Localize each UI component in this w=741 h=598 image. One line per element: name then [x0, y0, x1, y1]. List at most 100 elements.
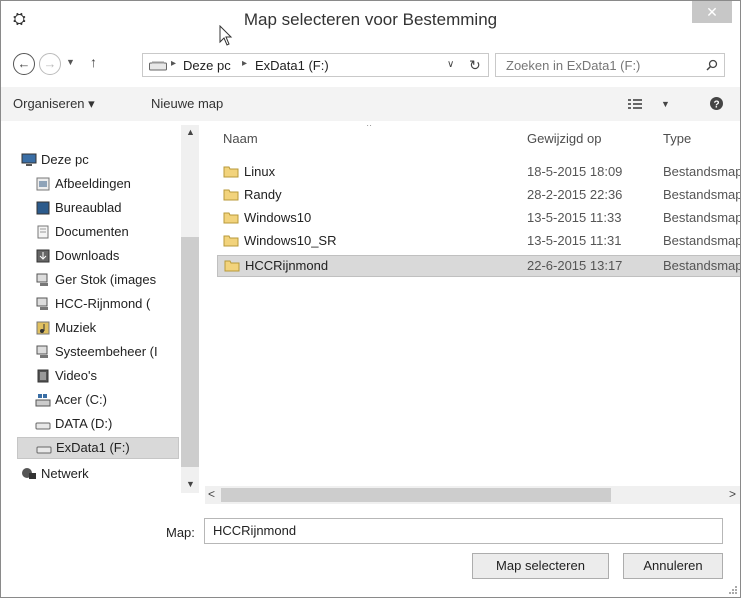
drive-icon — [149, 61, 167, 71]
row-date: 13-5-2015 11:33 — [527, 210, 622, 225]
up-button[interactable]: ↑ — [90, 54, 97, 70]
row-type: Bestandsmap — [663, 233, 740, 248]
recent-locations-icon[interactable]: ▼ — [66, 57, 75, 67]
network-share-icon — [36, 273, 48, 286]
navigation-pane: Deze pc Afbeeldingen Bureaublad Document… — [17, 125, 199, 481]
sidebar-item-afbeeldingen[interactable]: Afbeeldingen — [35, 173, 131, 195]
sidebar-item-videos[interactable]: Video's — [35, 365, 97, 387]
drive-icon — [36, 446, 52, 454]
file-list-scrollbar[interactable]: < > — [205, 486, 740, 504]
sidebar-item-label: Documenten — [55, 224, 129, 239]
refresh-icon[interactable]: ↻ — [469, 57, 481, 74]
sidebar-item-label: Acer (C:) — [55, 392, 107, 407]
table-row[interactable]: Windows10_SR 13-5-2015 11:31 Bestandsmap — [217, 230, 740, 252]
sidebar-item-label: Muziek — [55, 320, 97, 335]
column-header-type[interactable]: Type — [663, 131, 691, 146]
row-date: 18-5-2015 18:09 — [527, 164, 623, 179]
mouse-cursor-icon — [219, 25, 233, 46]
folder-name-input[interactable]: HCCRijnmond — [204, 518, 723, 544]
sidebar-item-label: Netwerk — [41, 466, 89, 481]
sidebar-item-label: DATA (D:) — [55, 416, 113, 431]
sidebar-item-label: ExData1 (F:) — [56, 440, 130, 455]
cancel-button[interactable]: Annuleren — [623, 553, 723, 579]
view-options-icon[interactable] — [628, 99, 642, 110]
close-button[interactable]: ✕ — [692, 1, 732, 23]
sidebar-item-data-d[interactable]: DATA (D:) — [35, 413, 112, 435]
sidebar-item-documenten[interactable]: Documenten — [35, 221, 129, 243]
sidebar-item-label: Ger Stok (images — [55, 272, 157, 287]
music-icon — [36, 321, 50, 335]
forward-button[interactable]: → — [39, 53, 61, 75]
sidebar-item-ger-stok[interactable]: Ger Stok (images — [35, 269, 156, 291]
network-icon — [22, 467, 36, 479]
row-type: Bestandsmap — [663, 258, 740, 273]
search-icon[interactable] — [706, 59, 718, 71]
breadcrumb-deze-pc[interactable]: Deze pc — [183, 58, 231, 73]
sidebar-item-bureaublad[interactable]: Bureaublad — [35, 197, 122, 219]
sidebar-item-muziek[interactable]: Muziek — [35, 317, 96, 339]
command-toolbar: Organiseren ▾ Nieuwe map ▼ ? — [1, 87, 740, 121]
folder-icon — [223, 166, 239, 178]
address-dropdown-icon[interactable]: ∨ — [447, 59, 454, 70]
sidebar-item-netwerk[interactable]: Netwerk — [21, 463, 89, 485]
help-icon[interactable]: ? — [709, 96, 724, 111]
row-date: 13-5-2015 11:31 — [527, 233, 622, 248]
documents-icon — [37, 225, 49, 239]
back-button[interactable]: ← — [13, 53, 35, 75]
table-row-selected[interactable]: HCCRijnmond 22-6-2015 13:17 Bestandsmap — [217, 255, 740, 277]
sidebar-item-label: HCC-Rijnmond ( — [55, 296, 151, 311]
scroll-left-icon[interactable]: < — [208, 487, 215, 501]
sidebar-item-label: Deze pc — [41, 152, 89, 167]
sidebar-item-acer-c[interactable]: Acer (C:) — [35, 389, 107, 411]
window-title: Map selecteren voor Bestemming — [243, 10, 498, 29]
table-row[interactable]: Linux 18-5-2015 18:09 Bestandsmap — [217, 161, 740, 183]
row-type: Bestandsmap — [663, 210, 740, 225]
sidebar-item-exdata1-f[interactable]: ExData1 (F:) — [17, 437, 179, 459]
row-name: HCCRijnmond — [245, 258, 329, 273]
sidebar-item-hcc-rijnmond[interactable]: HCC-Rijnmond ( — [35, 293, 150, 315]
scroll-up-icon[interactable]: ▲ — [186, 127, 195, 137]
network-share-icon — [36, 345, 48, 358]
row-name: Linux — [244, 164, 276, 179]
row-name: Windows10 — [244, 210, 312, 225]
column-header-name[interactable]: Naam — [223, 131, 258, 146]
row-date: 28-2-2015 22:36 — [527, 187, 623, 202]
address-bar[interactable]: ▸ Deze pc ▸ ExData1 (F:) ∨ ↻ — [142, 53, 489, 77]
resize-grip-icon[interactable] — [728, 585, 738, 595]
view-dropdown-icon[interactable]: ▼ — [661, 99, 670, 109]
pictures-icon — [36, 177, 50, 191]
scrollbar-thumb[interactable] — [221, 488, 611, 502]
folder-icon — [224, 260, 240, 272]
scrollbar-thumb[interactable] — [181, 237, 199, 467]
breadcrumb-exdata1[interactable]: ExData1 (F:) — [255, 58, 329, 73]
navigation-pane-scrollbar[interactable]: ▲ ▼ — [181, 125, 199, 493]
folder-icon — [223, 189, 239, 201]
desktop-icon — [36, 201, 50, 215]
folder-picker-dialog: ⛭ Map selecteren voor Bestemming ✕ ← → ▼… — [0, 0, 741, 598]
new-folder-button[interactable]: Nieuwe map — [151, 96, 223, 111]
svg-text:?: ? — [713, 100, 719, 111]
folder-icon — [223, 212, 239, 224]
table-row[interactable]: Windows10 13-5-2015 11:33 Bestandsmap — [217, 207, 740, 229]
sidebar-item-systeembeheer[interactable]: Systeembeheer (I — [35, 341, 158, 363]
search-placeholder: Zoeken in ExData1 (F:) — [506, 58, 641, 73]
scroll-down-icon[interactable]: ▼ — [186, 479, 195, 489]
table-row[interactable]: Randy 28-2-2015 22:36 Bestandsmap — [217, 184, 740, 206]
row-type: Bestandsmap — [663, 187, 740, 202]
select-folder-button[interactable]: Map selecteren — [472, 553, 609, 579]
downloads-icon — [36, 249, 50, 263]
sidebar-item-deze-pc[interactable]: Deze pc — [21, 149, 89, 171]
column-header-modified[interactable]: Gewijzigd op — [527, 131, 601, 146]
scroll-right-icon[interactable]: > — [729, 487, 736, 501]
breadcrumb-separator-icon: ▸ — [242, 58, 248, 69]
sidebar-item-downloads[interactable]: Downloads — [35, 245, 119, 267]
folder-icon — [223, 235, 239, 247]
network-share-icon — [36, 297, 48, 310]
breadcrumb-separator-icon: ▸ — [171, 58, 177, 69]
row-name: Windows10_SR — [244, 233, 337, 248]
title-bar: ⛭ Map selecteren voor Bestemming ✕ — [1, 1, 740, 46]
search-box[interactable]: Zoeken in ExData1 (F:) — [495, 53, 725, 77]
sidebar-item-label: Bureaublad — [55, 200, 122, 215]
organize-button[interactable]: Organiseren ▾ — [13, 96, 95, 112]
row-date: 22-6-2015 13:17 — [527, 258, 623, 273]
